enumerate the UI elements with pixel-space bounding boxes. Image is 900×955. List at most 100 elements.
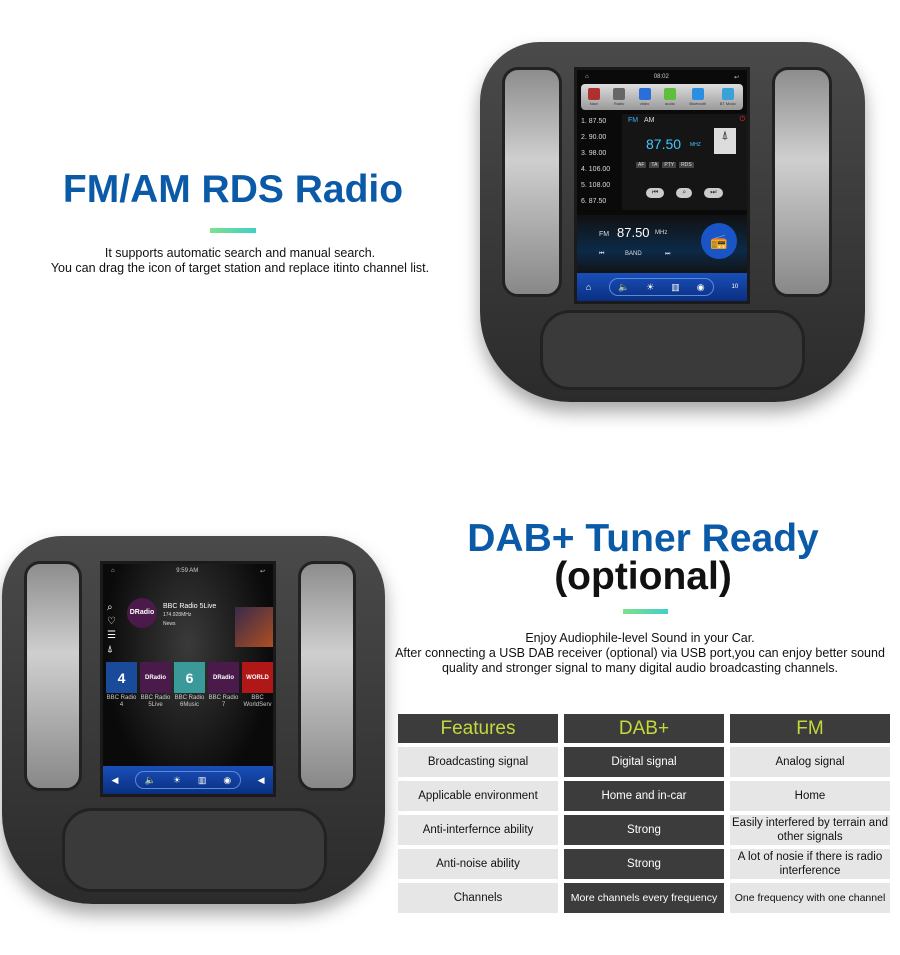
tile-label: BBC Radio 7 <box>208 695 239 708</box>
prev-icon[interactable]: ⏮ <box>646 188 665 198</box>
tile-logo: WORLD <box>242 662 273 693</box>
tuner-controls: ⏮ ⌕ ⏭ <box>646 188 723 198</box>
home-icon[interactable]: ⌂ <box>586 282 591 292</box>
desc-line: You can drag the icon of target station … <box>50 261 430 275</box>
station-logo: DRadio <box>127 598 157 628</box>
cell-fm: Easily interfered by terrain and other s… <box>730 815 890 845</box>
rds-pty[interactable]: PTY <box>662 162 677 168</box>
channel-item[interactable]: 5. 108.00 <box>577 178 619 194</box>
mute-icon[interactable]: 🔈 <box>618 282 629 293</box>
equalizer-icon[interactable]: ▥ <box>198 775 207 786</box>
widget-band: FM <box>599 231 610 238</box>
table-row: Anti-noise ability Strong A lot of nosie i… <box>398 849 890 879</box>
bottom-control-bar: ◀ 🔈 ☀ ▥ ◉ ◀ <box>103 766 273 794</box>
home-icon[interactable]: ⌂ <box>585 74 589 80</box>
back-icon[interactable]: ↩ <box>734 74 739 81</box>
volume-level[interactable]: 10 <box>732 284 739 290</box>
table-row: Anti-interfernce ability Strong Easily int… <box>398 815 890 845</box>
album-art <box>235 607 273 647</box>
station-tile[interactable]: DRadio BBC Radio 5Live <box>140 662 171 709</box>
radio-icon[interactable]: 📻 <box>701 223 737 259</box>
radio-widget: FM 87.50 MHz ⏮ BAND ⏭ 📻 <box>577 215 747 275</box>
brightness-icon[interactable]: ☀ <box>646 282 654 293</box>
section2-subtitle: (optional) <box>554 555 732 598</box>
app-video[interactable]: video <box>638 88 651 106</box>
channel-item[interactable]: 6. 87.50 <box>577 194 619 210</box>
channel-item[interactable]: 3. 98.00 <box>577 146 619 162</box>
rds-buttons: AF TA PTY RDS <box>636 162 694 168</box>
antenna-icon[interactable]: ⍋ <box>107 644 116 655</box>
station-tile[interactable]: WORLD BBC WorldServ <box>242 662 273 709</box>
rds-rds[interactable]: RDS <box>679 162 694 168</box>
band-button[interactable]: BAND <box>625 251 642 257</box>
cell-dab: Strong <box>564 849 724 879</box>
cell-fm: Analog signal <box>730 747 890 777</box>
side-menu: ⌕ ♡ ☰ ⍋ <box>107 602 116 655</box>
tile-logo: DRadio <box>208 662 239 693</box>
seek-forward-icon[interactable]: ⏭ <box>665 251 670 258</box>
cell-dab: Home and in-car <box>564 781 724 811</box>
search-icon[interactable]: ⌕ <box>676 188 693 198</box>
app-audio[interactable]: audio <box>663 88 676 106</box>
back-icon[interactable]: ↩ <box>260 568 265 575</box>
cell-feature: Anti-interfernce ability <box>398 815 558 845</box>
settings-icon[interactable]: ◉ <box>697 282 705 293</box>
station-frequency: 174.928MHz <box>163 612 192 618</box>
volume-up-icon[interactable]: ◀ <box>258 775 265 786</box>
favorite-icon[interactable]: ♡ <box>107 616 116 627</box>
power-icon[interactable]: ⏻ <box>739 116 745 124</box>
cell-dab: Strong <box>564 815 724 845</box>
climate-panel <box>62 808 327 892</box>
app-bluetooth[interactable]: Bluetooth <box>689 88 706 106</box>
air-vent-right <box>772 67 832 297</box>
air-vent-left <box>502 67 562 297</box>
station-tile[interactable]: 4 BBC Radio 4 <box>106 662 137 709</box>
settings-icon[interactable]: ◉ <box>223 775 231 786</box>
mute-icon[interactable]: 🔈 <box>145 775 156 786</box>
app-radio[interactable]: Radio <box>613 88 626 106</box>
channel-list: 1. 87.50 2. 90.00 3. 98.00 4. 106.00 5. … <box>577 114 619 210</box>
rds-ta[interactable]: TA <box>649 162 660 168</box>
volume-down-icon[interactable]: ◀ <box>111 775 118 786</box>
station-tile[interactable]: DRadio BBC Radio 7 <box>208 662 239 709</box>
cell-fm: A lot of nosie if there is radio interfe… <box>730 849 890 879</box>
tile-logo: 6 <box>174 662 205 693</box>
cell-feature: Broadcasting signal <box>398 747 558 777</box>
header-fm: FM <box>730 714 890 743</box>
cell-feature: Channels <box>398 883 558 913</box>
equalizer-icon[interactable]: ▥ <box>671 282 680 293</box>
clock: 9:59 AM <box>176 568 199 574</box>
channel-item[interactable]: 1. 87.50 <box>577 114 619 130</box>
cell-feature: Anti-noise ability <box>398 849 558 879</box>
station-tile[interactable]: 6 BBC Radio 6Music <box>174 662 205 709</box>
air-vent-right <box>298 561 356 791</box>
channel-item[interactable]: 4. 106.00 <box>577 162 619 178</box>
app-bt-music[interactable]: BT Music <box>720 88 736 106</box>
station-info: BBC Radio 5Live 174.928MHz News <box>163 602 216 629</box>
desc-line: quality and stronger signal to many digi… <box>441 661 839 675</box>
search-icon[interactable]: ⌕ <box>107 602 116 613</box>
tile-label: BBC Radio 5Live <box>140 695 171 708</box>
header-dab: DAB+ <box>564 714 724 743</box>
widget-frequency: 87.50 <box>617 225 650 240</box>
air-vent-left <box>24 561 82 791</box>
seek-back-icon[interactable]: ⏮ <box>599 251 604 258</box>
tile-logo: DRadio <box>140 662 171 693</box>
channel-item[interactable]: 2. 90.00 <box>577 130 619 146</box>
desc-line: It supports automatic search and manual … <box>104 246 376 260</box>
desc-line: After connecting a USB DAB receiver (opt… <box>395 646 885 660</box>
section1-title: FM/AM RDS Radio <box>62 168 404 211</box>
table-row: Applicable environment Home and in-car Hom… <box>398 781 890 811</box>
band-fm[interactable]: FM <box>628 117 638 124</box>
brightness-icon[interactable]: ☀ <box>173 775 181 786</box>
app-navi[interactable]: Navi <box>587 88 600 106</box>
antenna-icon: ⍋ <box>714 128 736 154</box>
list-icon[interactable]: ☰ <box>107 630 116 641</box>
next-icon[interactable]: ⏭ <box>704 188 723 198</box>
station-name: BBC Radio 5Live <box>163 603 217 610</box>
band-am[interactable]: AM <box>644 117 655 124</box>
dab-screen: ⌂ 9:59 AM ↩ ⌕ ♡ ☰ ⍋ DRadio BBC Radio 5Live 17… <box>100 561 276 797</box>
home-icon[interactable]: ⌂ <box>111 568 115 574</box>
table-header: Features DAB+ FM <box>398 714 890 743</box>
rds-af[interactable]: AF <box>636 162 647 168</box>
